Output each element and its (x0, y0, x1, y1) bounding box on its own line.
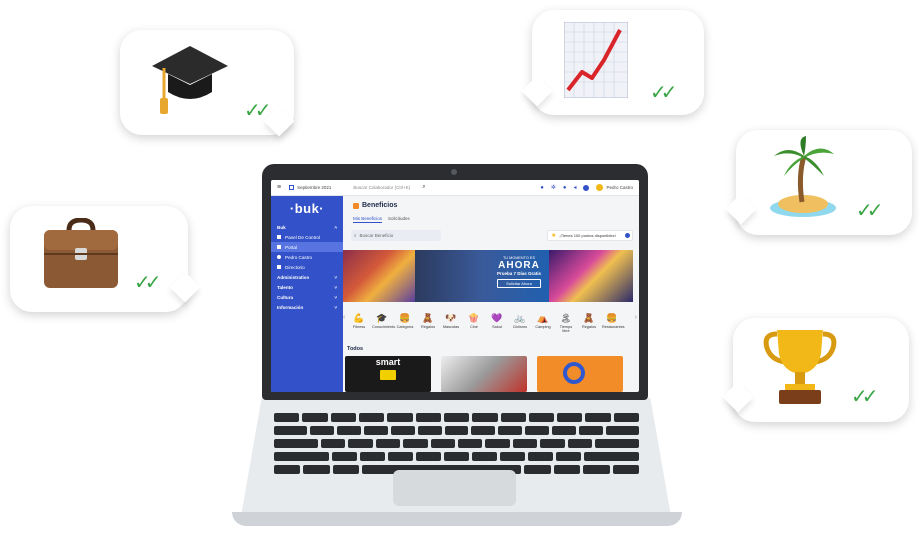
benefit-card-smartfit[interactable]: smart (345, 356, 431, 392)
category-prev-button[interactable]: ‹ (343, 314, 345, 321)
category-next-button[interactable]: › (635, 314, 637, 321)
webcam (451, 169, 457, 175)
category-category[interactable]: 🍔 Categoría (395, 314, 415, 329)
category-free-time[interactable]: 🏝 Tiempo libre (556, 314, 576, 333)
main-content: Beneficios Mis Beneficios Solicitudes ⌕ B… (343, 196, 639, 392)
megaphone-icon[interactable]: ◂ (573, 184, 576, 191)
app-screen: ≡ Septiembre 2021 Buscar Colaborador (Ct… (271, 180, 639, 392)
banner-image-art-right[interactable] (549, 250, 633, 302)
star-icon: ★ (551, 233, 557, 239)
request-now-button[interactable]: Solicitar Ahora (496, 279, 541, 288)
graduation-bubble: ✓✓ (120, 30, 295, 137)
tab-bar: Mis Beneficios Solicitudes (353, 216, 410, 223)
employee-search-input[interactable]: Buscar Colaborador (Ctrl+K) (353, 185, 410, 190)
benefits-icon (353, 202, 359, 209)
category-cinema[interactable]: 🍿 Cine (464, 314, 484, 329)
chevron-down-icon: ˅ (334, 294, 337, 300)
briefcase-bubble: ✓✓ (10, 206, 201, 312)
banner-image-art-left[interactable] (343, 250, 415, 302)
laptop-base-edge (232, 512, 682, 526)
category-gifts-2[interactable]: 🧸 Regalos (579, 314, 599, 329)
points-badge: ★ ¡Tienes 100 puntos disponibles! (547, 230, 633, 241)
gear-icon[interactable]: ✲ (551, 184, 556, 191)
chevron-down-icon: ˅ (334, 304, 337, 310)
sidebar-section-info[interactable]: Información ˅ (271, 302, 343, 312)
card-brand: smart (375, 357, 401, 367)
island-bubble: ✓✓ (725, 130, 912, 235)
chevron-up-icon: ˄ (334, 224, 337, 230)
search-icon: ⌕ (354, 233, 357, 238)
sidebar-section-admin[interactable]: Administrativo ˅ (271, 272, 343, 282)
category-cycling[interactable]: 🚲 Ciclismo (510, 314, 530, 329)
category-health[interactable]: 💜 Salud (487, 314, 507, 329)
buk-logo[interactable]: ·buk· (271, 201, 343, 216)
promo-banner[interactable]: TU MOMENTO ES AHORA Prueba 7 Días Gratis… (415, 250, 549, 302)
app-topbar: ≡ Septiembre 2021 Buscar Colaborador (Ct… (271, 180, 639, 196)
grid-icon (277, 235, 281, 239)
laptop-lid: ≡ Septiembre 2021 Buscar Colaborador (Ct… (262, 164, 648, 400)
avatar[interactable] (596, 184, 604, 191)
double-check-icon: ✓✓ (134, 270, 161, 294)
tab-requests[interactable]: Solicitudes (388, 216, 410, 223)
sidebar-section-culture[interactable]: Cultura ˅ (271, 292, 343, 302)
chart-bubble: ✓✓ (521, 10, 704, 115)
help-icon[interactable] (625, 233, 630, 238)
category-pets[interactable]: 🐶 Mascotas (441, 314, 461, 329)
double-check-icon: ✓✓ (856, 198, 883, 222)
people-icon[interactable]: ● (540, 185, 544, 191)
graduation-cap-icon (150, 40, 230, 125)
calendar-icon (289, 185, 295, 190)
sidebar-section-buk[interactable]: Buk ˄ (271, 222, 343, 232)
category-camping[interactable]: ⛺ Camping (533, 314, 553, 329)
sidebar-item-profile[interactable]: Pedro Castro (271, 252, 343, 262)
double-check-icon: ✓✓ (244, 98, 271, 122)
category-fitness[interactable]: 💪 Fitness (349, 314, 369, 329)
benefit-card-orange[interactable] (537, 356, 623, 392)
period-selector[interactable]: Septiembre 2021 (297, 185, 331, 190)
trophy-icon (763, 326, 837, 413)
search-icon[interactable]: ⌕ (422, 184, 425, 191)
help-icon[interactable] (583, 184, 590, 191)
sidebar-item-directory[interactable]: Directorio (271, 262, 343, 272)
category-restaurants[interactable]: 🍔 Restaurantes (602, 314, 625, 329)
brand-logo-mark (380, 370, 396, 380)
benefit-card-fitness[interactable] (441, 356, 527, 392)
directory-icon (277, 265, 281, 269)
sidebar-item-panel[interactable]: Panel De Control (271, 232, 343, 242)
brand-logo-mark (563, 362, 585, 384)
palm-island-icon (768, 136, 838, 225)
keyboard (274, 413, 640, 478)
benefit-search-input[interactable]: ⌕ Buscar Beneficio (351, 230, 441, 241)
chevron-down-icon: ˅ (334, 284, 337, 290)
promo-text: TU MOMENTO ES AHORA Prueba 7 Días Gratis… (496, 256, 541, 288)
chevron-down-icon: ˅ (334, 274, 337, 280)
double-check-icon: ✓✓ (851, 384, 878, 408)
user-name[interactable]: Pedro Castro (606, 185, 633, 190)
sidebar-section-talent[interactable]: Talento ˅ (271, 282, 343, 292)
page-header: Beneficios (353, 202, 397, 209)
portal-icon (277, 245, 281, 249)
page-title: Beneficios (362, 202, 398, 209)
briefcase-icon (42, 217, 120, 297)
bell-icon[interactable]: ● (563, 185, 567, 191)
trophy-bubble: ✓✓ (722, 318, 909, 422)
sidebar: ·buk· Buk ˄ Panel De Control Portal Pedro… (271, 196, 343, 392)
tab-my-benefits[interactable]: Mis Beneficios (353, 216, 383, 223)
menu-icon[interactable]: ≡ (277, 184, 281, 191)
chart-increasing-icon (563, 21, 629, 103)
trackpad (393, 470, 516, 506)
sidebar-item-portal[interactable]: Portal (271, 242, 343, 252)
user-icon (277, 255, 281, 259)
category-gifts[interactable]: 🧸 Regalos (418, 314, 438, 329)
category-knowledge[interactable]: 🎓 Conocimiento (372, 314, 395, 329)
section-title-all: Todos (347, 346, 364, 352)
double-check-icon: ✓✓ (650, 80, 677, 104)
